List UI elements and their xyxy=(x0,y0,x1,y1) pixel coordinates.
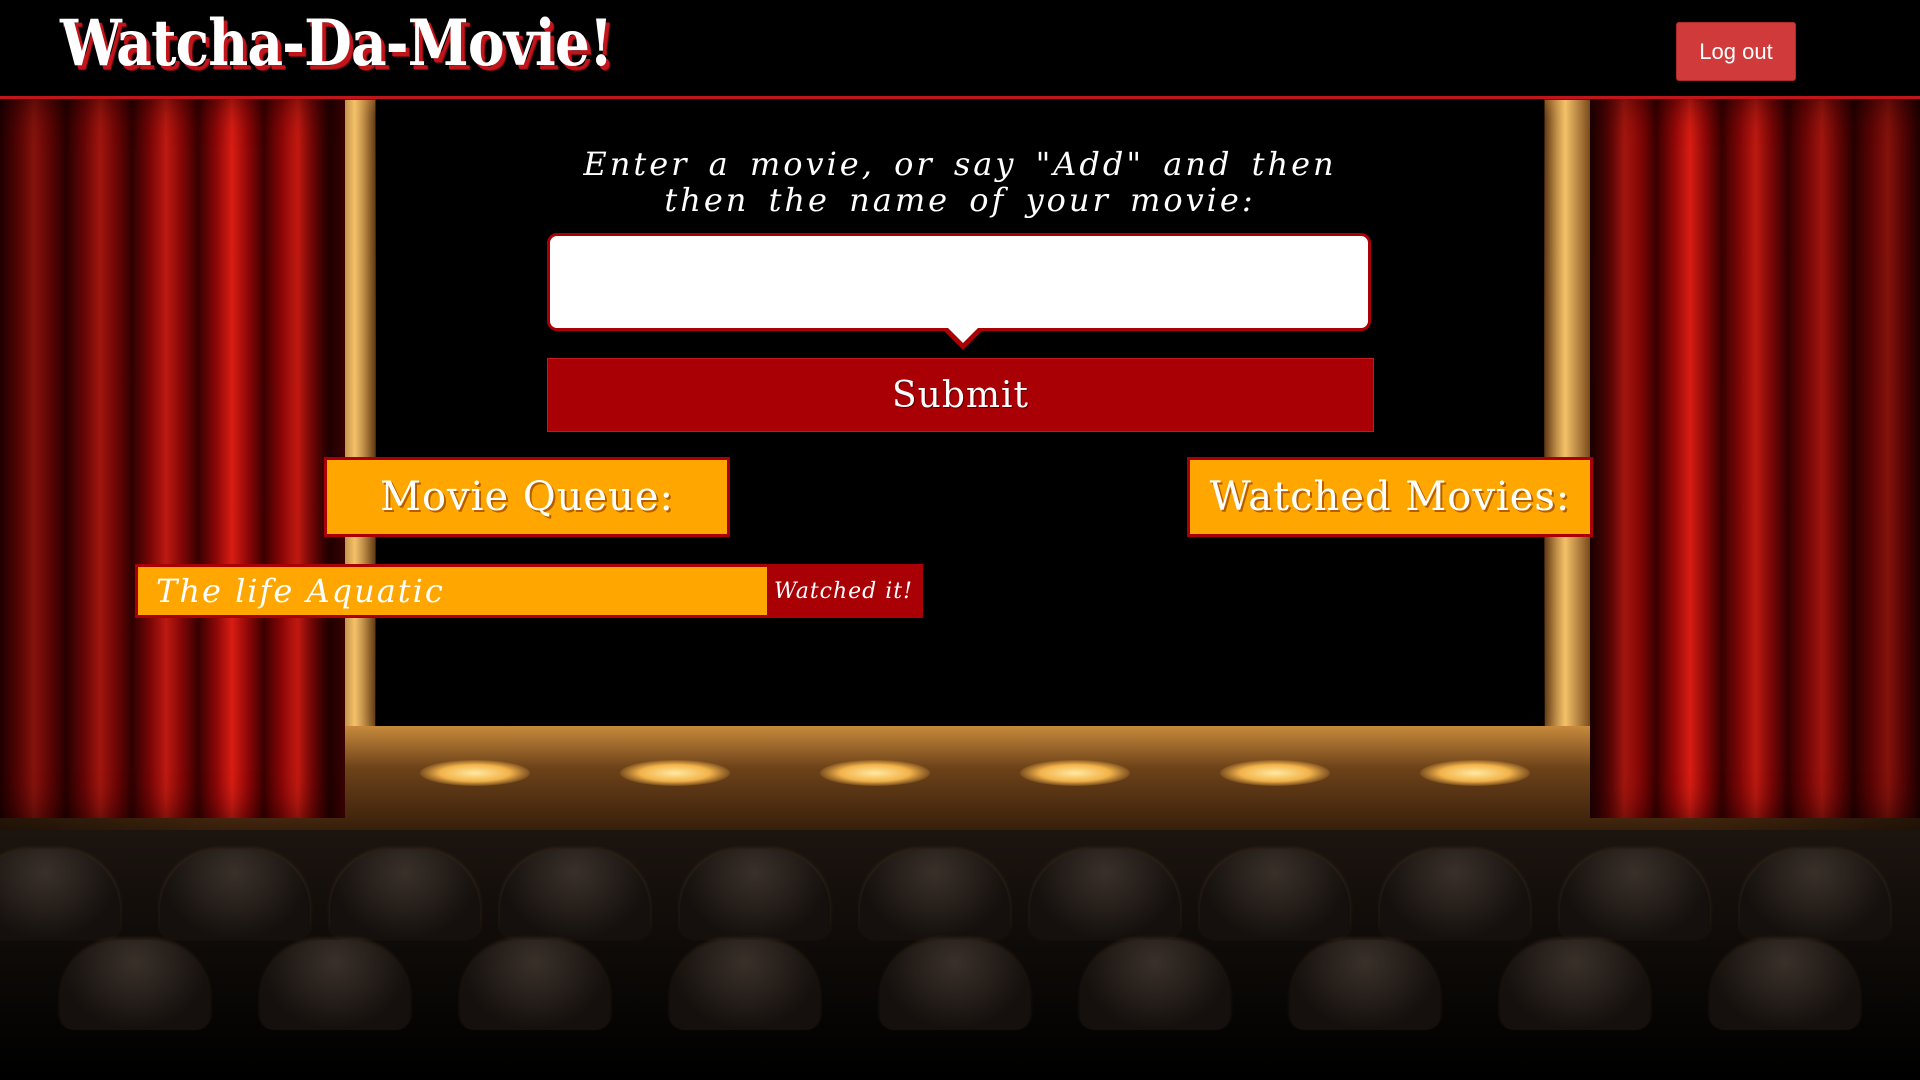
seat xyxy=(500,850,650,940)
submit-button[interactable]: Submit xyxy=(547,358,1374,432)
watched-it-button[interactable]: Watched it! xyxy=(767,567,920,615)
seat xyxy=(670,940,820,1030)
movie-queue-heading: Movie Queue: xyxy=(324,457,730,537)
seat xyxy=(1740,850,1890,940)
seat xyxy=(0,850,120,940)
bubble-tail-inner xyxy=(945,325,981,343)
seat xyxy=(680,850,830,940)
movie-prompt-text: Enter a movie, or say "Add" and then the… xyxy=(583,145,1337,219)
seat xyxy=(60,940,210,1030)
seat xyxy=(1080,940,1230,1030)
seat xyxy=(860,850,1010,940)
seat xyxy=(1030,850,1180,940)
seat xyxy=(1380,850,1530,940)
seat xyxy=(880,940,1030,1030)
seat xyxy=(1560,850,1710,940)
top-navbar: Watcha-Da-Movie! Log out xyxy=(0,0,1920,99)
queue-item-title: The life Aquatic xyxy=(156,572,445,610)
watched-movies-heading: Watched Movies: xyxy=(1187,457,1593,537)
seat xyxy=(460,940,610,1030)
app-root: Watcha-Da-Movie! Log out Enter a movie, … xyxy=(0,0,1920,1080)
seat xyxy=(1290,940,1440,1030)
seat xyxy=(1710,940,1860,1030)
app-logo[interactable]: Watcha-Da-Movie! xyxy=(60,6,613,81)
seat xyxy=(1500,940,1650,1030)
movie-queue-list: The life Aquatic Watched it! xyxy=(135,564,923,628)
seat xyxy=(330,850,480,940)
movie-input[interactable] xyxy=(547,233,1371,331)
queue-item: The life Aquatic Watched it! xyxy=(135,564,923,618)
logout-button[interactable]: Log out xyxy=(1676,22,1796,81)
seat xyxy=(160,850,310,940)
theater-seats xyxy=(0,830,1920,1080)
seat xyxy=(260,940,410,1030)
movie-input-bubble xyxy=(547,233,1371,350)
seat xyxy=(1200,850,1350,940)
